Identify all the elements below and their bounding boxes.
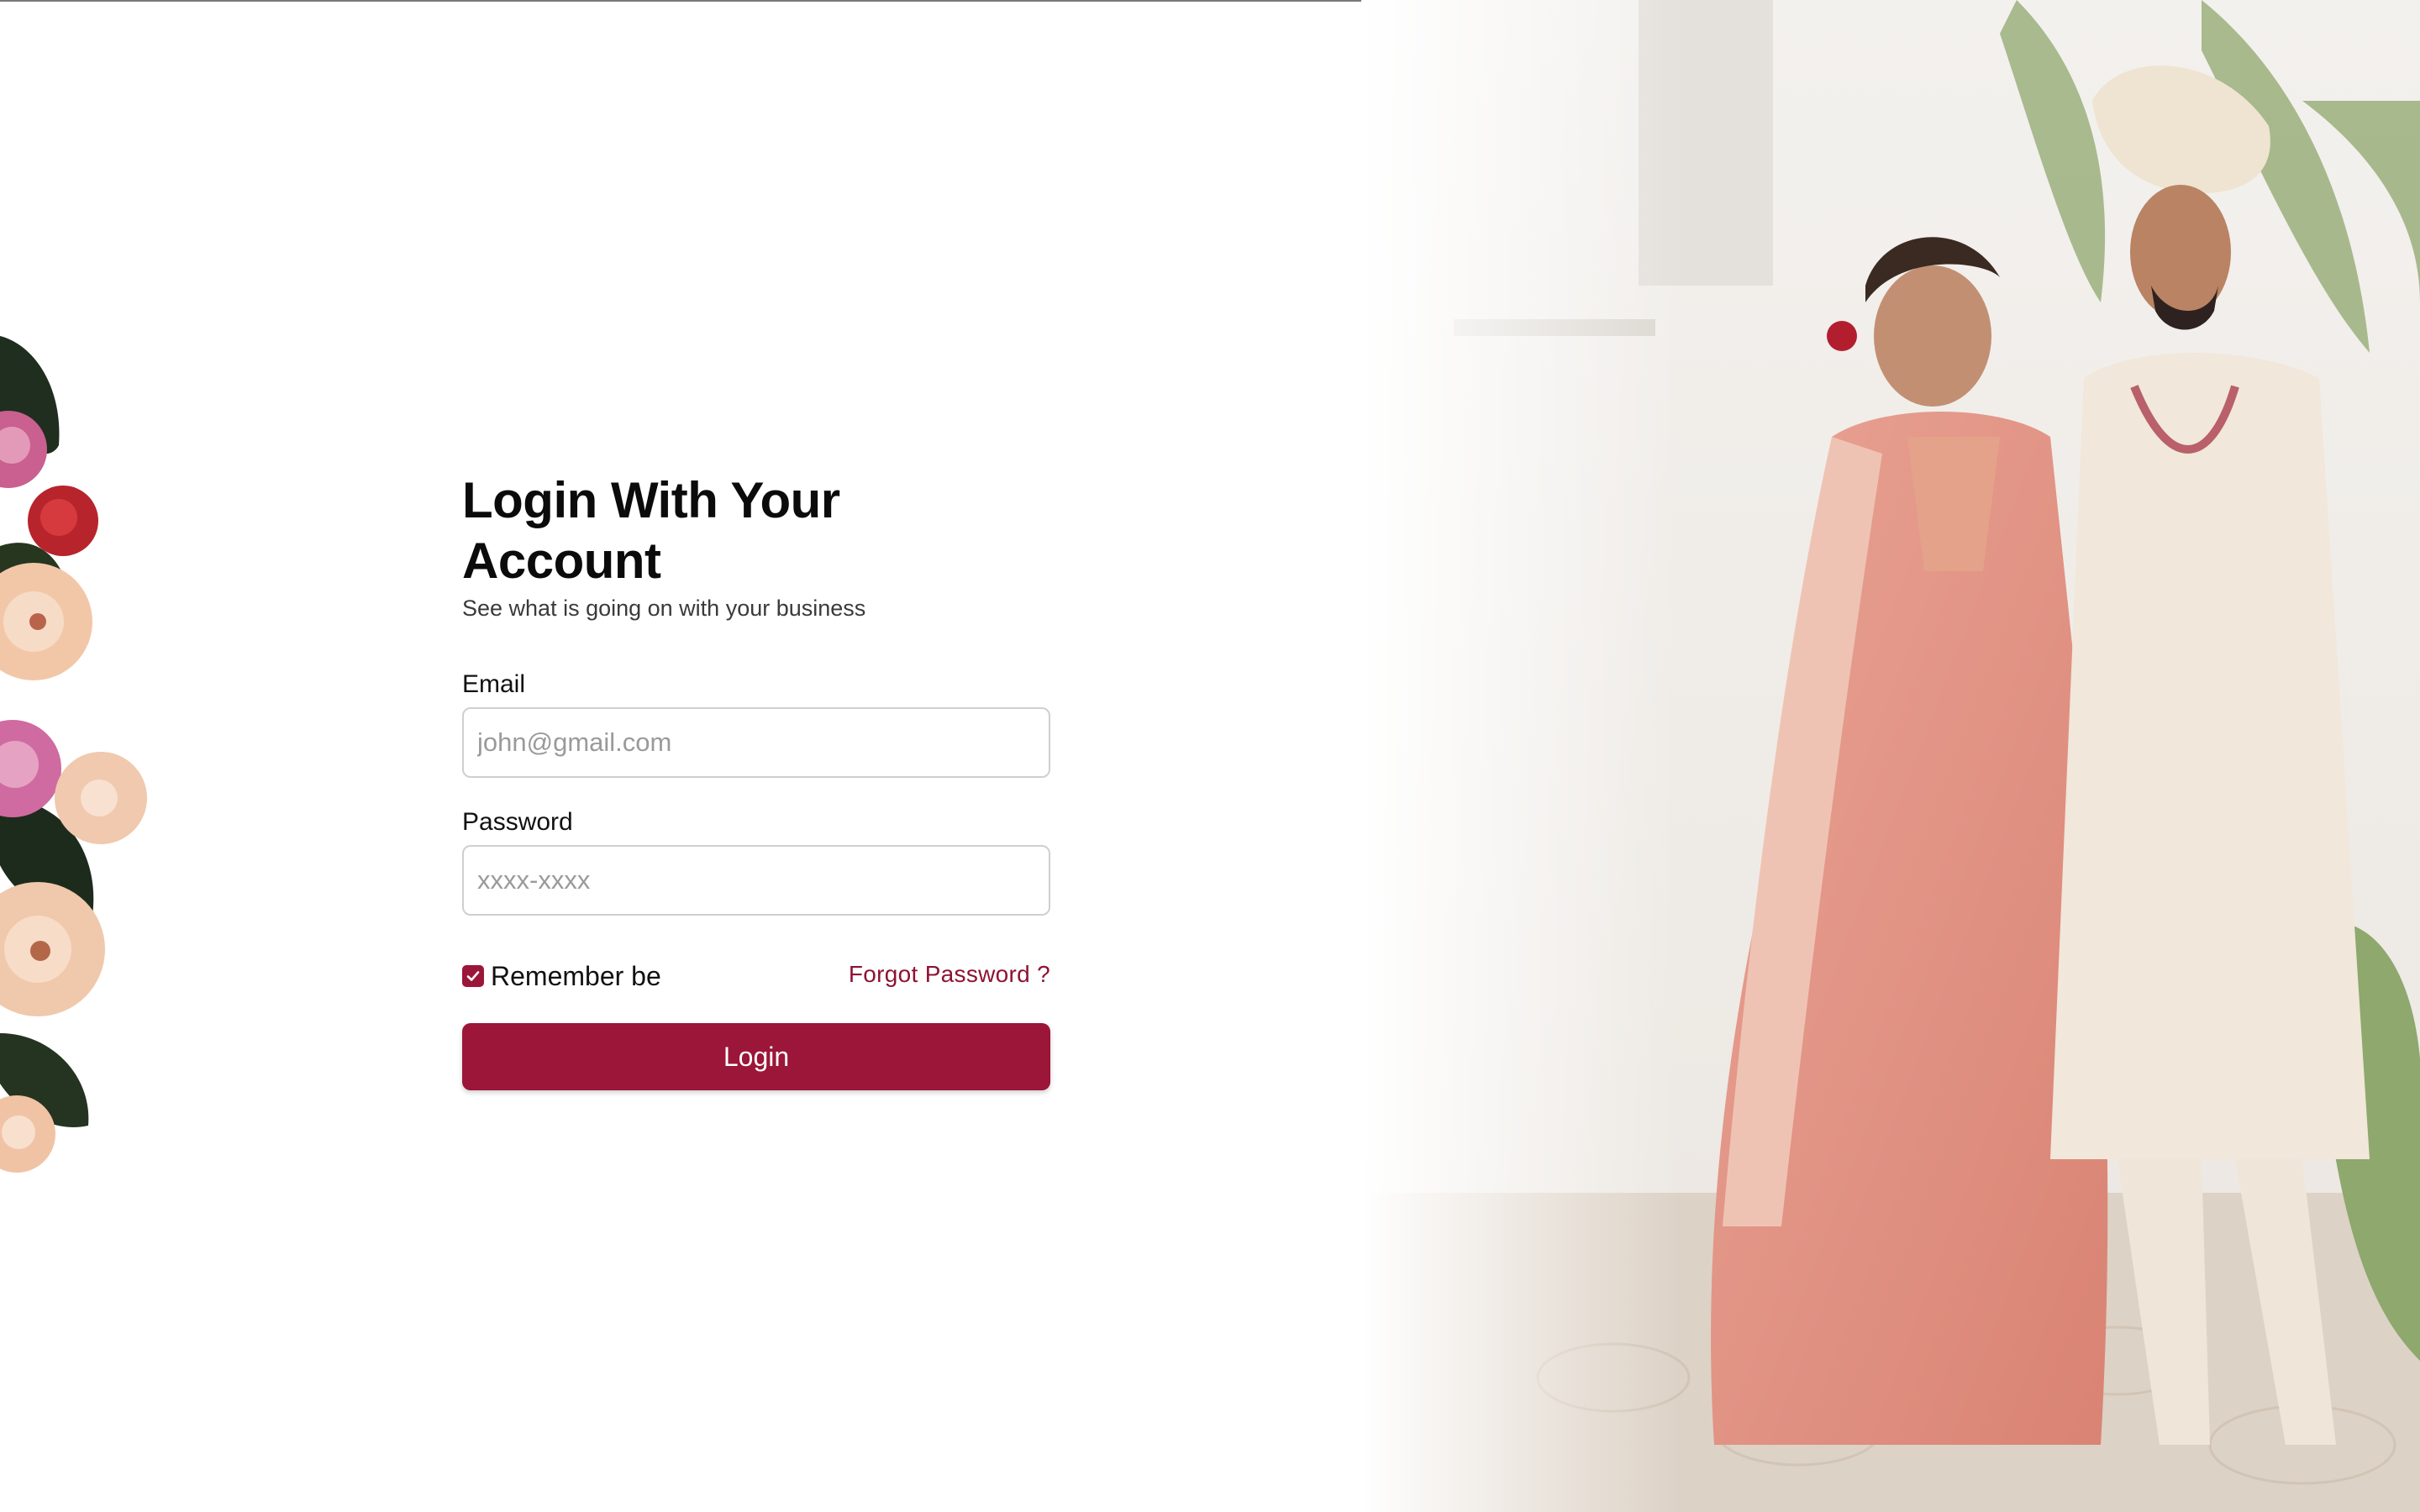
form-options-row: Remember be Forgot Password ? — [462, 959, 1050, 993]
password-label: Password — [462, 808, 573, 836]
email-label: Email — [462, 670, 526, 698]
login-page: Login With Your Account See what is goin… — [0, 0, 2420, 1512]
wedding-couple-photo — [1361, 0, 2420, 1512]
checkmark-icon — [466, 971, 480, 981]
page-subtitle: See what is going on with your business — [462, 596, 866, 621]
remember-me-label: Remember be — [491, 960, 661, 991]
forgot-password-link[interactable]: Forgot Password ? — [849, 961, 1050, 988]
login-button[interactable]: Login — [462, 1023, 1050, 1090]
remember-me-checkbox[interactable] — [462, 965, 484, 987]
floral-decoration-image — [0, 328, 168, 1176]
page-title: Login With Your Account — [462, 472, 840, 589]
login-form: Login With Your Account See what is goin… — [462, 470, 1050, 1090]
email-field[interactable] — [462, 707, 1050, 778]
password-field[interactable] — [462, 845, 1050, 916]
remember-me-toggle[interactable]: Remember be — [462, 959, 661, 993]
